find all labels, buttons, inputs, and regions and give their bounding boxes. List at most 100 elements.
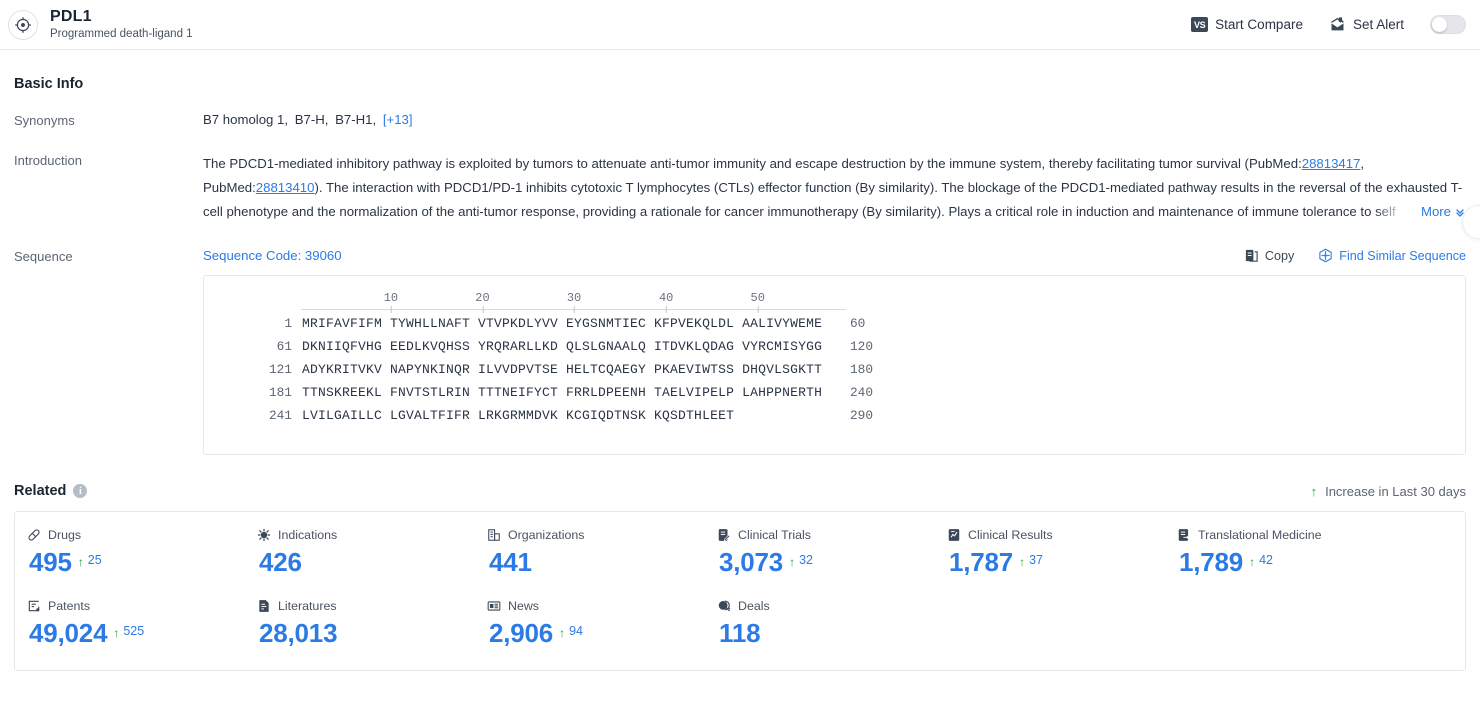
set-alert-button[interactable]: Set Alert	[1329, 16, 1404, 33]
target-crosshair-icon	[8, 9, 38, 40]
related-tile-clinical-results[interactable]: Clinical Results 1,787 ↑ 37	[947, 528, 1177, 577]
related-header: Related i ↑ Increase in Last 30 days	[14, 483, 1466, 499]
sequence-start-index: 1	[284, 316, 292, 331]
ruler-tick-mark	[757, 306, 759, 313]
synonyms-row: Synonyms B7 homolog 1, B7-H, B7-H1, [+13…	[14, 112, 1466, 128]
tile-delta: ↑ 25	[78, 553, 102, 574]
ruler-tick: 40	[659, 290, 673, 313]
sequence-line: 121 ADYKRITVKV NAPYNKINQR ILVVDPVTSE HEL…	[254, 362, 1465, 385]
set-alert-toggle[interactable]	[1430, 15, 1466, 34]
synonym-item: B7-H1,	[335, 112, 377, 127]
sequence-body: Sequence Code: 39060 Copy Find Similar S…	[203, 248, 1466, 455]
ruler-tick-mark	[666, 306, 668, 313]
sequence-end-index: 60	[850, 316, 866, 331]
related-tile-literatures[interactable]: Literatures 28,013	[257, 599, 487, 648]
tile-header: Indications	[257, 528, 487, 542]
up-arrow-icon: ↑	[559, 626, 566, 640]
find-similar-label: Find Similar Sequence	[1339, 248, 1466, 263]
tile-delta-value: 42	[1259, 553, 1273, 567]
tile-value: 2,906	[489, 618, 554, 648]
tile-value-group: 49,024 ↑ 525	[27, 618, 257, 648]
related-tile-organizations[interactable]: Organizations 441	[487, 528, 717, 577]
related-tile-indications[interactable]: Indications 426	[257, 528, 487, 577]
header-actions: VS Start Compare Set Alert	[1191, 15, 1466, 34]
pill-icon	[27, 528, 41, 542]
tile-delta: ↑ 37	[1019, 553, 1043, 574]
copy-sequence-button[interactable]: Copy	[1244, 248, 1294, 263]
start-compare-button[interactable]: VS Start Compare	[1191, 17, 1303, 32]
tile-value: 495	[29, 547, 72, 577]
tile-header: Drugs	[27, 528, 257, 542]
related-tile-news[interactable]: News 2,906 ↑ 94	[487, 599, 717, 648]
tile-delta: ↑ 42	[1249, 553, 1273, 574]
up-arrow-icon: ↑	[1019, 555, 1026, 569]
tile-value: 441	[489, 547, 532, 577]
tile-delta-value: 25	[87, 553, 102, 567]
related-tile-clinical-trials[interactable]: Clinical Trials 3,073 ↑ 32	[717, 528, 947, 577]
sequence-start-index: 61	[276, 339, 292, 354]
sequence-end-index: 290	[850, 408, 874, 423]
tile-header: Organizations	[487, 528, 717, 542]
sequence-letters: ADYKRITVKV NAPYNKINQR ILVVDPVTSE HELTCQA…	[302, 362, 823, 377]
sequence-end-index: 240	[850, 385, 874, 400]
tile-header: Literatures	[257, 599, 487, 613]
tile-delta-value: 94	[569, 624, 583, 638]
start-compare-label: Start Compare	[1215, 17, 1303, 32]
synonym-item: B7-H,	[294, 112, 329, 127]
introduction-more-button[interactable]: More	[1374, 200, 1466, 224]
sequence-line: 1 MRIFAVFIFM TYWHLLNAFT VTVPKDLYVV EYGSN…	[254, 316, 1465, 339]
find-similar-icon	[1318, 248, 1333, 263]
introduction-part1: The PDCD1-mediated inhibitory pathway is…	[203, 156, 1302, 171]
page-header: PDL1 Programmed death-ligand 1 VS Start …	[0, 0, 1480, 50]
deal-icon	[717, 599, 731, 613]
related-tile-translational-medicine[interactable]: Translational Medicine 1,789 ↑ 42	[1177, 528, 1407, 577]
tile-value-group: 118	[717, 618, 947, 648]
ruler-tick: 20	[475, 290, 490, 313]
tile-value: 118	[719, 618, 761, 648]
sequence-letters: DKNIIQFVHG EEDLKVQHSS YRQRARLLKD QLSLGNA…	[302, 339, 823, 354]
related-tile-deals[interactable]: Deals 118	[717, 599, 947, 648]
introduction-more-label: More	[1420, 204, 1451, 219]
pubmed-link-1[interactable]: 28813417	[1302, 156, 1361, 171]
find-similar-sequence-button[interactable]: Find Similar Sequence	[1318, 248, 1466, 263]
introduction-row: Introduction The PDCD1-mediated inhibito…	[14, 152, 1466, 224]
tile-value-group: 1,787 ↑ 37	[947, 547, 1177, 577]
synonyms-value: B7 homolog 1, B7-H, B7-H1, [+13]	[203, 112, 1466, 128]
up-arrow-icon: ↑	[1249, 555, 1256, 569]
tile-value: 3,073	[719, 547, 784, 577]
ruler-tick-label: 30	[566, 291, 582, 305]
related-tile-drugs[interactable]: Drugs 495 ↑ 25	[27, 528, 257, 577]
sequence-row: Sequence Sequence Code: 39060 Copy Find …	[14, 248, 1466, 455]
copy-label: Copy	[1264, 248, 1295, 263]
building-icon	[487, 528, 501, 542]
ruler-tick-mark	[390, 306, 392, 313]
page-subtitle: Programmed death-ligand 1	[50, 27, 193, 40]
synonyms-more-link[interactable]: [+13]	[383, 112, 413, 127]
sequence-end-index: 180	[850, 362, 874, 377]
tile-value-group: 1,789 ↑ 42	[1177, 547, 1407, 577]
introduction-body: The PDCD1-mediated inhibitory pathway is…	[203, 152, 1466, 224]
tile-delta: ↑ 32	[789, 553, 813, 574]
info-icon[interactable]: i	[73, 484, 88, 498]
tile-label: News	[508, 599, 539, 613]
tile-label: Deals	[738, 599, 770, 613]
sequence-letters: LVILGAILLC LGVALTFIFR LRKGRMMDVK KCGIQDT…	[302, 408, 735, 423]
tile-value-group: 28,013	[257, 618, 487, 648]
tile-label: Drugs	[48, 528, 82, 542]
related-tile-patents[interactable]: Patents 49,024 ↑ 525	[27, 599, 257, 648]
sequence-letters: TTNSKREEKL FNVTSTLRIN TTTNEIFYCT FRRLDPE…	[302, 385, 823, 400]
tile-value: 1,789	[1179, 547, 1244, 577]
sequence-code[interactable]: Sequence Code: 39060	[203, 248, 342, 263]
tile-header: Deals	[717, 599, 947, 613]
tile-value-group: 2,906 ↑ 94	[487, 618, 717, 648]
ruler-tick: 30	[566, 290, 582, 313]
tile-value: 28,013	[259, 618, 338, 648]
sequence-line: 241 LVILGAILLC LGVALTFIFR LRKGRMMDVK KCG…	[254, 408, 1465, 431]
set-alert-label: Set Alert	[1352, 17, 1404, 32]
synonyms-label: Synonyms	[14, 113, 75, 128]
ruler-tick-mark	[482, 306, 484, 313]
tile-label: Patents	[48, 599, 91, 613]
tile-label: Clinical Trials	[738, 528, 811, 542]
pubmed-link-2[interactable]: 28813410	[256, 180, 315, 195]
copy-icon	[1244, 248, 1259, 263]
